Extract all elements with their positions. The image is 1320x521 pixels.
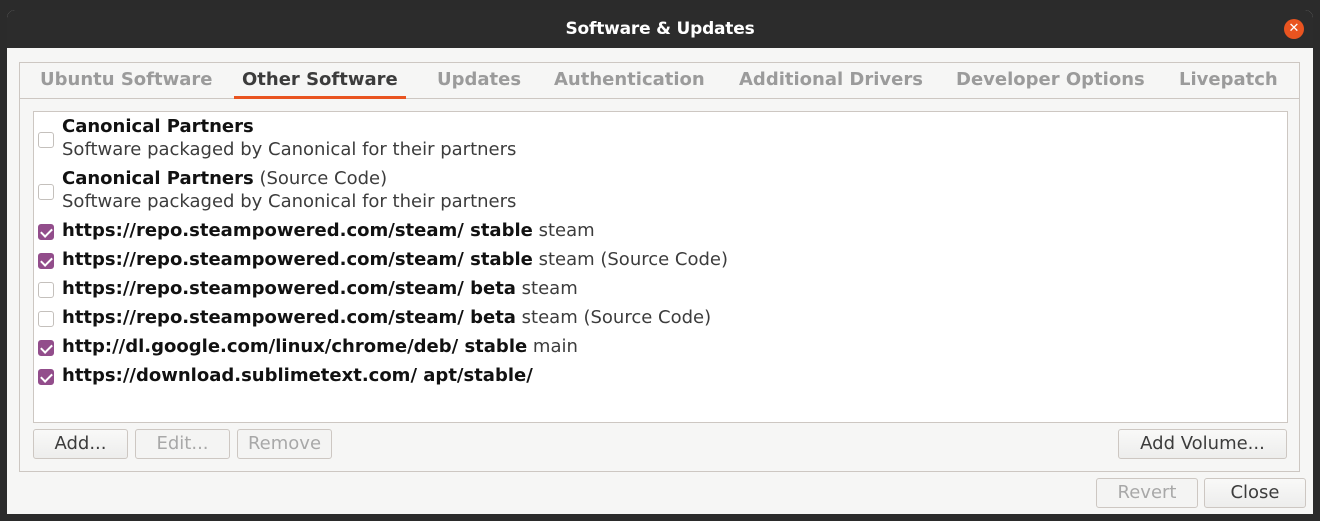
source-name: https://repo.steampowered.com/steam/ sta…	[62, 220, 533, 241]
list-item[interactable]: https://repo.steampowered.com/steam/ sta…	[34, 220, 1287, 248]
source-subtitle: Software packaged by Canonical for their…	[62, 139, 517, 160]
source-name: http://dl.google.com/linux/chrome/deb/ s…	[62, 336, 528, 357]
tab-bar: Ubuntu Software Other Software Updates A…	[20, 63, 1299, 99]
tab-additional-drivers[interactable]: Additional Drivers	[731, 63, 931, 99]
tab-developer-options[interactable]: Developer Options	[948, 63, 1153, 99]
close-button[interactable]: Close	[1204, 478, 1306, 508]
sources-list[interactable]: Canonical Partners Software packaged by …	[33, 111, 1288, 423]
tab-updates[interactable]: Updates	[429, 63, 529, 99]
source-name: https://repo.steampowered.com/steam/ bet…	[62, 307, 516, 328]
source-suffix: steam	[532, 220, 595, 241]
list-item[interactable]: https://repo.steampowered.com/steam/ bet…	[34, 307, 1287, 335]
source-name: Canonical Partners	[62, 116, 254, 137]
source-name: Canonical Partners	[62, 168, 254, 189]
source-suffix: steam	[515, 278, 578, 299]
source-checkbox[interactable]	[38, 224, 54, 240]
list-item[interactable]: Canonical Partners Software packaged by …	[34, 116, 1287, 166]
source-checkbox[interactable]	[38, 282, 54, 298]
tab-other-software[interactable]: Other Software	[234, 63, 406, 99]
source-checkbox[interactable]	[38, 369, 54, 385]
source-checkbox[interactable]	[38, 132, 54, 148]
tab-authentication[interactable]: Authentication	[546, 63, 713, 99]
source-name: https://repo.steampowered.com/steam/ sta…	[62, 249, 533, 270]
source-suffix: steam (Source Code)	[515, 307, 712, 328]
list-item[interactable]: https://repo.steampowered.com/steam/ sta…	[34, 249, 1287, 277]
source-checkbox[interactable]	[38, 253, 54, 269]
add-volume-button[interactable]: Add Volume...	[1118, 429, 1287, 459]
edit-button[interactable]: Edit...	[135, 429, 230, 459]
revert-button[interactable]: Revert	[1096, 478, 1198, 508]
source-suffix: (Source Code)	[253, 168, 388, 189]
source-subtitle: Software packaged by Canonical for their…	[62, 191, 517, 212]
remove-button[interactable]: Remove	[237, 429, 332, 459]
window-title: Software & Updates	[565, 19, 755, 39]
source-checkbox[interactable]	[38, 311, 54, 327]
notebook: Ubuntu Software Other Software Updates A…	[19, 62, 1300, 472]
list-item[interactable]: https://download.sublimetext.com/ apt/st…	[34, 365, 1287, 393]
list-item[interactable]: https://repo.steampowered.com/steam/ bet…	[34, 278, 1287, 306]
source-name: https://download.sublimetext.com/ apt/st…	[62, 365, 533, 386]
source-suffix: steam (Source Code)	[532, 249, 729, 270]
tab-livepatch[interactable]: Livepatch	[1171, 63, 1286, 99]
list-item[interactable]: Canonical Partners (Source Code) Softwar…	[34, 168, 1287, 218]
source-checkbox[interactable]	[38, 340, 54, 356]
close-icon[interactable]: ✕	[1284, 19, 1304, 39]
source-suffix: main	[527, 336, 578, 357]
add-button[interactable]: Add...	[33, 429, 128, 459]
tab-ubuntu-software[interactable]: Ubuntu Software	[32, 63, 220, 99]
list-item[interactable]: http://dl.google.com/linux/chrome/deb/ s…	[34, 336, 1287, 364]
software-updates-window: Software & Updates ✕ Ubuntu Software Oth…	[7, 10, 1313, 514]
source-name: https://repo.steampowered.com/steam/ bet…	[62, 278, 516, 299]
source-checkbox[interactable]	[38, 184, 54, 200]
title-bar: Software & Updates ✕	[7, 10, 1313, 48]
